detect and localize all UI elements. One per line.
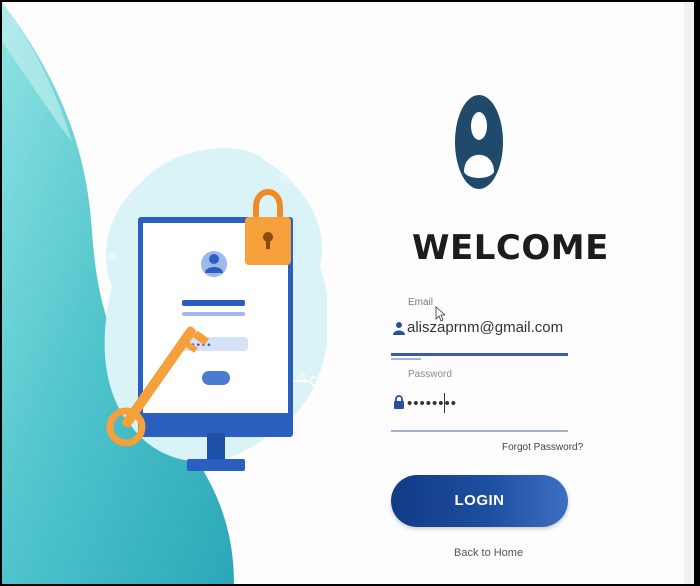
login-button[interactable]: LOGIN xyxy=(391,475,568,527)
mouse-pointer-icon xyxy=(435,306,445,322)
window-edge xyxy=(684,2,694,584)
monitor-neck xyxy=(207,433,225,461)
password-field[interactable]: •••••••• xyxy=(407,395,457,412)
email-underline xyxy=(391,353,568,356)
computer-lock-key-illustration: ••••• xyxy=(104,148,327,471)
forgot-password-link[interactable]: Forgot Password? xyxy=(502,442,583,453)
screen-field-bar xyxy=(182,300,245,306)
monitor-bezel xyxy=(143,413,288,433)
login-screen: ••••• WELCOME Email aliszaprnm@gmail.com… xyxy=(2,2,694,584)
email-underline-shadow xyxy=(391,358,421,360)
avatar-icon xyxy=(455,95,503,189)
password-label: Password xyxy=(408,369,452,380)
decor-dot xyxy=(108,253,116,261)
monitor-stand xyxy=(187,459,245,471)
back-to-home-link[interactable]: Back to Home xyxy=(454,547,523,559)
welcome-heading: WELCOME xyxy=(412,228,609,268)
screen-login-pill xyxy=(202,371,230,385)
email-field[interactable]: aliszaprnm@gmail.com xyxy=(407,319,563,336)
text-caret xyxy=(444,393,445,413)
user-icon xyxy=(393,322,405,335)
password-underline xyxy=(391,430,568,432)
email-label: Email xyxy=(408,297,434,308)
decor-dot xyxy=(279,174,289,184)
lock-icon xyxy=(394,395,404,409)
